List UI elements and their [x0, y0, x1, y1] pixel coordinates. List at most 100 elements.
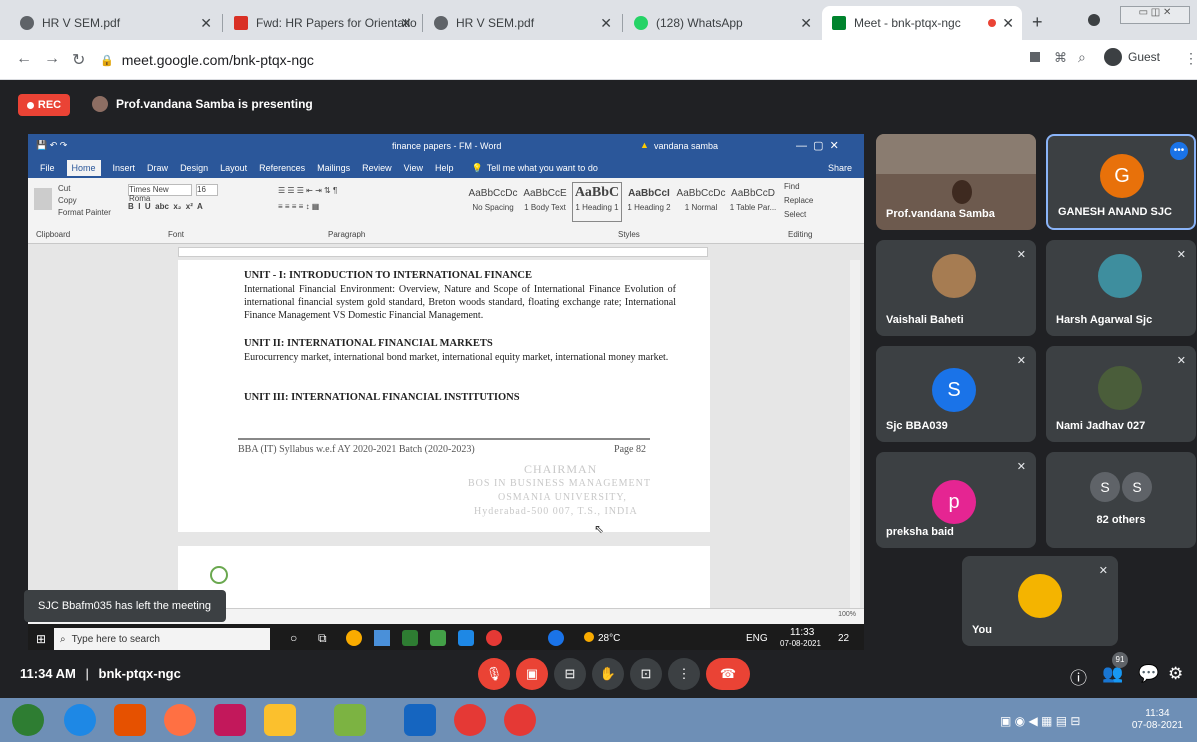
close-tab-icon[interactable]: ✕ — [400, 15, 412, 32]
unit3-heading: UNIT III: INTERNATIONAL FINANCIAL INSTIT… — [244, 392, 520, 403]
others-count: 82 others — [1096, 514, 1146, 526]
meet-control-bar: 11:34 AM | bnk-ptqx-ngc 🎙 ▣ ⊟ ✋ ⊡ ⋮ ☎ ⓘ … — [0, 650, 1197, 698]
style-item: AaBbCcI 1 Heading 2 — [627, 188, 671, 212]
camera-in-use-icon[interactable] — [1030, 52, 1040, 62]
firefox-icon[interactable] — [164, 704, 196, 736]
snipping-tool-icon[interactable] — [214, 704, 246, 736]
participant-name: GANESH ANAND SJC — [1058, 206, 1172, 218]
zoom-icon[interactable]: ⌕ — [1078, 49, 1086, 66]
folder-icon[interactable] — [264, 704, 296, 736]
window-controls[interactable]: ▭ ◫ ✕ — [1120, 6, 1190, 24]
browser-tab[interactable]: HR V SEM.pdf ✕ — [10, 6, 220, 40]
apps-icon[interactable]: ⌘ — [1054, 50, 1067, 66]
chrome-icon[interactable] — [454, 704, 486, 736]
participants-badge: 91 — [1112, 652, 1128, 668]
meet-icon — [832, 16, 846, 30]
taskbar-time: 11:33 — [790, 627, 815, 638]
participant-tile-presenter[interactable]: Prof.vandana Samba — [876, 134, 1036, 230]
info-icon[interactable]: ⓘ — [1070, 664, 1087, 689]
document-page: UNIT - I: INTRODUCTION TO INTERNATIONAL … — [178, 260, 710, 536]
reload-icon[interactable]: ↻ — [72, 50, 85, 70]
shared-screen: 💾 ↶ ↷ finance papers - FM - Word ▲ vanda… — [28, 134, 864, 654]
select-label: Select — [784, 210, 807, 219]
word-menu-item: Design — [180, 163, 209, 173]
captions-button[interactable]: ⊟ — [554, 658, 586, 690]
whatsapp-icon — [634, 16, 648, 30]
participant-tile[interactable]: ✕ Harsh Agarwal Sjc — [1046, 240, 1196, 336]
language: ENG — [746, 633, 768, 644]
close-tab-icon[interactable]: ✕ — [800, 15, 812, 32]
office-icon[interactable] — [114, 704, 146, 736]
more-options-button[interactable]: ⋮ — [668, 658, 700, 690]
unit1-heading: UNIT - I: INTRODUCTION TO INTERNATIONAL … — [244, 270, 533, 281]
guest-label: Guest — [1128, 50, 1161, 64]
presenter-avatar — [92, 96, 108, 112]
participant-tile-self[interactable]: ✕ You — [962, 556, 1118, 646]
more-vert-icon[interactable]: ⋮ — [1184, 50, 1197, 67]
back-arrow-icon[interactable]: ← — [16, 50, 32, 68]
gmail-icon — [234, 16, 248, 30]
style-item-selected: AaBbC 1 Heading 1 — [572, 182, 622, 222]
close-tab-icon[interactable]: ✕ — [200, 15, 212, 32]
tab-divider — [622, 14, 623, 32]
word-icon[interactable] — [404, 704, 436, 736]
participant-tile[interactable]: G ••• GANESH ANAND SJC — [1046, 134, 1196, 230]
more-options-icon[interactable]: ••• — [1170, 142, 1188, 160]
chat-icon[interactable]: 💬 — [1138, 664, 1159, 684]
tab-label: HR V SEM.pdf — [42, 16, 121, 30]
browser-tab[interactable]: HR V SEM.pdf ✕ — [424, 6, 620, 40]
style-item: AaBbCcDc 1 Normal — [676, 188, 726, 212]
mic-off-icon: ✕ — [1176, 249, 1186, 261]
lightbulb-icon: 💡 — [471, 162, 483, 173]
font-name-box: Times New Roma — [128, 184, 192, 203]
chrome-taskbar-icon — [346, 630, 362, 646]
weather-temp: 28°C — [598, 633, 621, 644]
mic-toggle-button[interactable]: 🎙 — [478, 658, 510, 690]
paint-icon[interactable] — [334, 704, 366, 736]
present-button[interactable]: ⊡ — [630, 658, 662, 690]
participant-tile[interactable]: ✕ Vaishali Baheti — [876, 240, 1036, 336]
browser-tab-active[interactable]: Meet - bnk-ptqx-ngc ✕ — [822, 6, 1022, 40]
new-tab-icon[interactable]: + — [1032, 12, 1043, 33]
browser-tab[interactable]: Fwd: HR Papers for Orientatio ✕ — [224, 6, 420, 40]
camera-toggle-button[interactable]: ▣ — [516, 658, 548, 690]
raise-hand-button[interactable]: ✋ — [592, 658, 624, 690]
url-text: meet.google.com/bnk-ptqx-ngc — [121, 52, 314, 68]
participant-tile[interactable]: ✕ p preksha baid — [876, 452, 1036, 548]
start-orb-icon[interactable] — [12, 704, 44, 736]
participant-tile-others[interactable]: S S 82 others — [1046, 452, 1196, 548]
word-menu-item: References — [259, 163, 306, 173]
participant-name: Vaishali Baheti — [886, 314, 964, 326]
profile-indicator-icon[interactable] — [1088, 14, 1100, 26]
video-background — [876, 134, 1036, 174]
format-painter-label: Format Painter — [58, 208, 111, 217]
cut-label: Cut — [58, 184, 71, 193]
participant-name: Prof.vandana Samba — [886, 208, 995, 220]
word-title-bar: 💾 ↶ ↷ finance papers - FM - Word ▲ vanda… — [28, 134, 864, 158]
ie-icon[interactable] — [64, 704, 96, 736]
stamp-line: Hyderabad-500 007, T.S., INDIA — [474, 506, 638, 517]
page-footer: BBA (IT) Syllabus w.e.f AY 2020-2021 Bat… — [238, 444, 658, 455]
participant-tile[interactable]: ✕ S Sjc BBA039 — [876, 346, 1036, 442]
system-tray-icons[interactable]: ▣ ◉ ◀ ▦ ▤ ⊟ — [1000, 714, 1080, 728]
leave-call-button[interactable]: ☎ — [706, 658, 750, 690]
browser-tab[interactable]: (128) WhatsApp ✕ — [624, 6, 820, 40]
globe-icon — [20, 16, 34, 30]
app-taskbar-icon — [402, 630, 418, 646]
participant-name: Harsh Agarwal Sjc — [1056, 314, 1153, 326]
avatar: S — [1090, 472, 1120, 502]
os-clock[interactable]: 11:34 07-08-2021 — [1132, 708, 1183, 732]
chrome-icon[interactable] — [504, 704, 536, 736]
search-icon: ⌕ — [60, 633, 66, 645]
activities-icon[interactable]: ⚙ — [1168, 664, 1183, 684]
url-field[interactable]: 🔒 meet.google.com/bnk-ptqx-ngc — [100, 46, 1000, 74]
word-menu-item: Mailings — [317, 163, 351, 173]
lock-icon: 🔒 — [100, 54, 114, 67]
guest-profile-button[interactable]: Guest — [1104, 48, 1160, 66]
forward-arrow-icon[interactable]: → — [44, 50, 60, 68]
word-ruler — [178, 247, 708, 257]
close-tab-icon[interactable]: ✕ — [600, 15, 612, 32]
word-menu-item: Insert — [112, 163, 136, 173]
close-tab-icon[interactable]: ✕ — [1002, 15, 1014, 32]
participant-tile[interactable]: ✕ Nami Jadhav 027 — [1046, 346, 1196, 442]
